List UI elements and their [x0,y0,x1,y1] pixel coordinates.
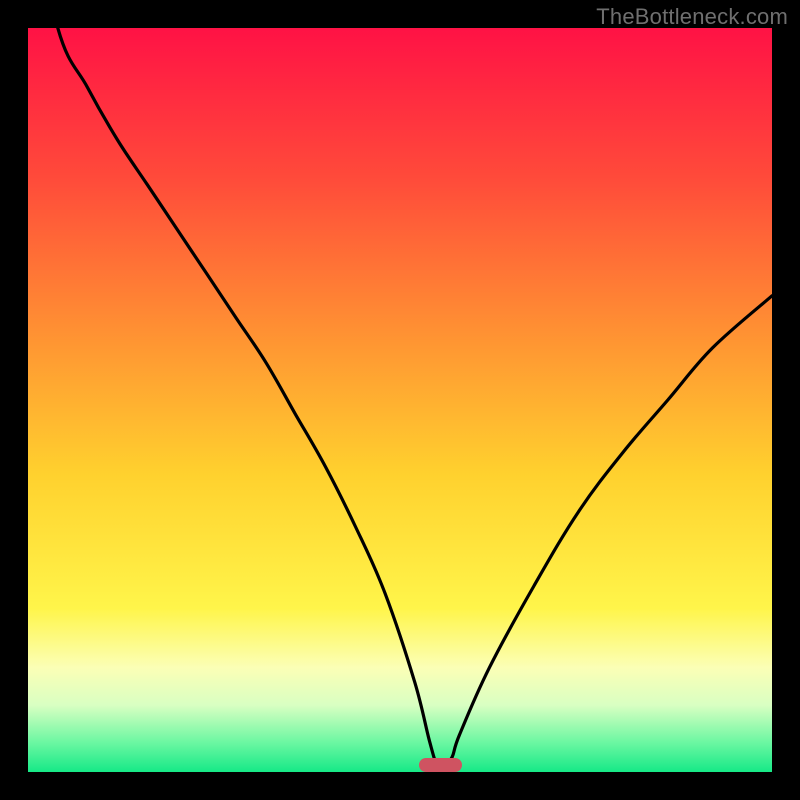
chart-container: TheBottleneck.com [0,0,800,800]
plot-area [28,28,772,772]
minimum-marker [419,758,462,772]
watermark-text: TheBottleneck.com [596,4,788,30]
chart-background [28,28,772,772]
chart-svg [28,28,772,772]
